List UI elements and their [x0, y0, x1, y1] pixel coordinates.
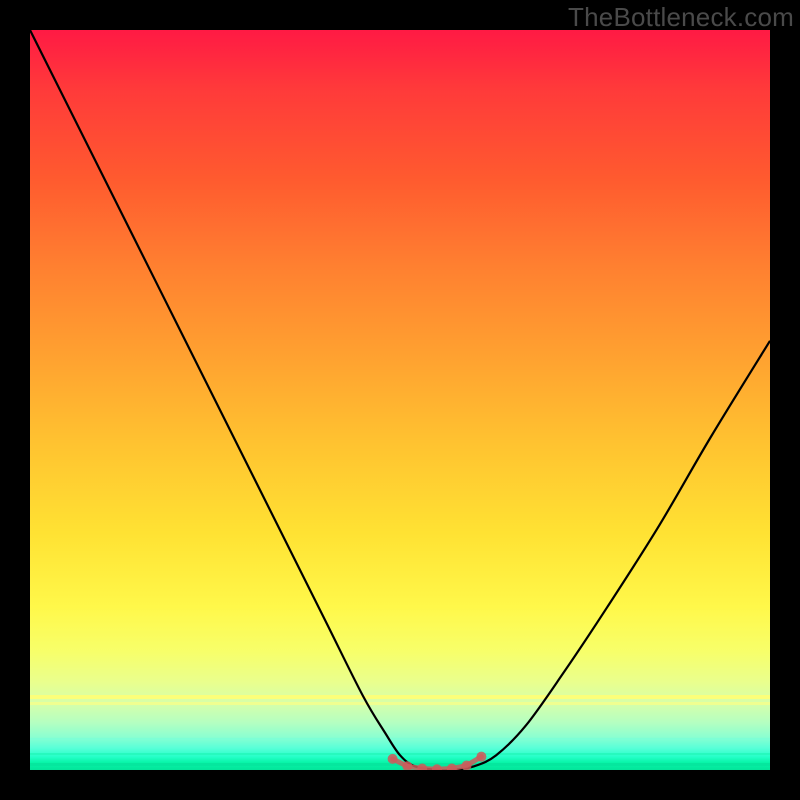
- curve-layer: [30, 30, 770, 770]
- chart-canvas: TheBottleneck.com: [0, 0, 800, 800]
- bottleneck-curve: [30, 30, 770, 770]
- watermark-text: TheBottleneck.com: [568, 2, 794, 33]
- plot-area: [30, 30, 770, 770]
- valley-marker: [476, 752, 486, 762]
- valley-marker: [432, 764, 442, 770]
- valley-marker: [447, 764, 457, 770]
- valley-marker: [417, 764, 427, 770]
- valley-marker: [388, 754, 398, 764]
